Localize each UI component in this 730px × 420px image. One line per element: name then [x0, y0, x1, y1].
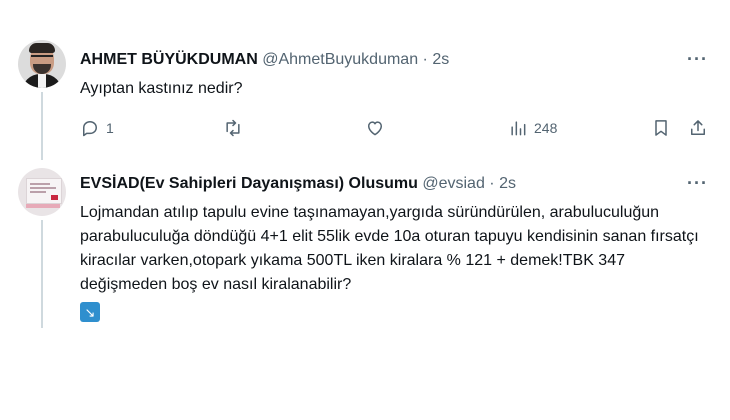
like-icon — [368, 121, 382, 136]
author-handle[interactable]: @AhmetBuyukduman — [262, 51, 418, 68]
tweet-text: Lojmandan atılıp tapulu evine taşınamaya… — [80, 204, 699, 293]
tweet-evsiad[interactable]: EVSİAD(Ev Sahipleri Dayanışması) Olusumu… — [0, 160, 730, 330]
tweet-header: AHMET BÜYÜKDUMAN @AhmetBuyukduman · 2s — [80, 50, 449, 70]
bookmark-icon — [655, 120, 667, 136]
views-count: 248 — [534, 120, 558, 136]
tweet-ahmet[interactable]: AHMET BÜYÜKDUMAN @AhmetBuyukduman · 2s ·… — [0, 0, 730, 160]
author-handle[interactable]: @evsiad — [422, 175, 485, 192]
avatar-ahmet[interactable] — [18, 40, 66, 88]
thread-connector-line — [41, 220, 43, 328]
like-button[interactable] — [365, 118, 385, 138]
share-icon — [691, 120, 705, 135]
author-name[interactable]: EVSİAD(Ev Sahipleri Dayanışması) Olusumu — [80, 175, 418, 192]
thread-connector-line — [41, 92, 43, 160]
bookmark-button[interactable] — [651, 118, 671, 138]
tweet-header: EVSİAD(Ev Sahipleri Dayanışması) Olusumu… — [80, 174, 516, 194]
retweet-button[interactable] — [222, 118, 244, 138]
share-button[interactable] — [688, 118, 708, 138]
author-name[interactable]: AHMET BÜYÜKDUMAN — [80, 51, 258, 68]
avatar-evsiad[interactable] — [18, 168, 66, 216]
more-dots-icon[interactable]: ··· — [687, 50, 708, 68]
tweet-time[interactable]: · 2s — [423, 51, 450, 68]
retweet-icon — [226, 119, 240, 137]
more-dots-icon[interactable]: ··· — [687, 174, 708, 192]
tweet-text: Ayıptan kastınız nedir? — [80, 80, 243, 97]
arrow-turn-down-right-icon[interactable]: ↘ — [80, 302, 100, 322]
views-button[interactable]: 248 — [508, 118, 557, 138]
views-icon — [511, 121, 526, 136]
reply-button[interactable]: 1 — [80, 118, 114, 138]
tweet-time[interactable]: · 2s — [489, 175, 516, 192]
reply-icon — [83, 121, 97, 137]
reply-count: 1 — [106, 120, 114, 136]
